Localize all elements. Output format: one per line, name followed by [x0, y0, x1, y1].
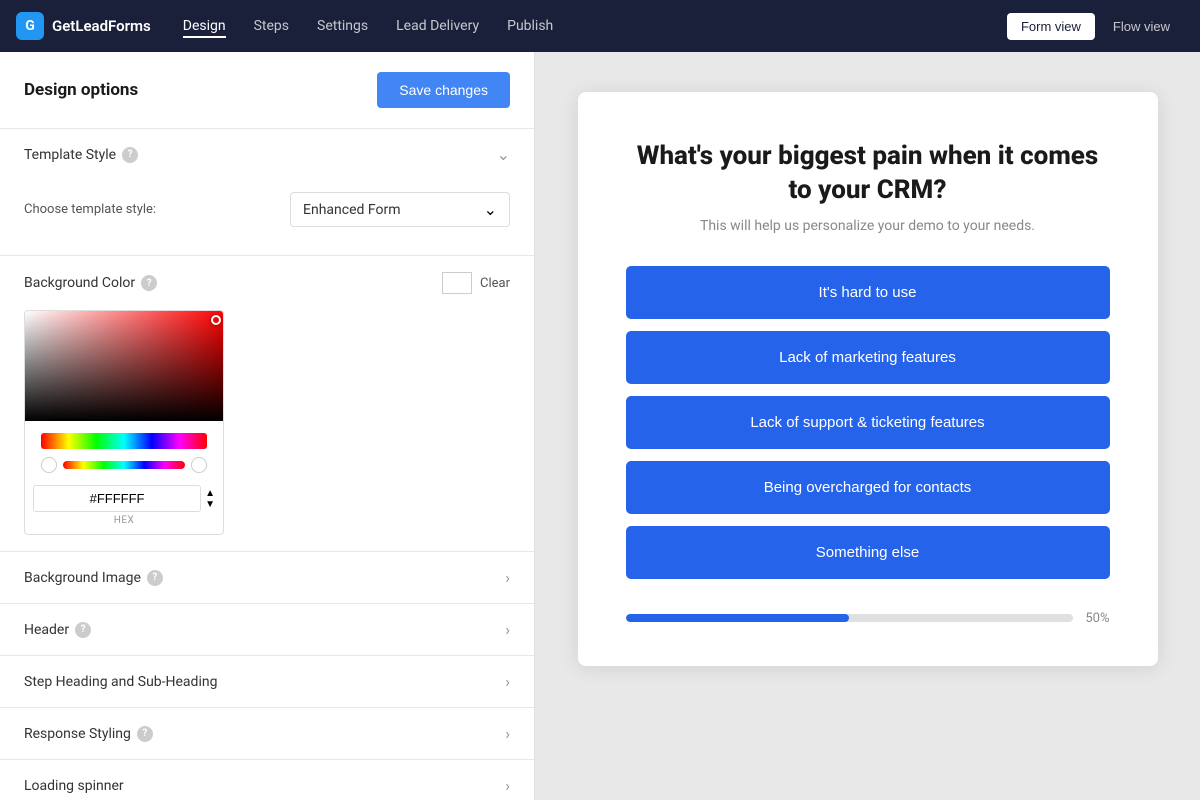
- hex-input[interactable]: [33, 485, 201, 512]
- header-row[interactable]: Header ? ›: [0, 604, 534, 656]
- color-gradient-area[interactable]: [25, 311, 224, 421]
- choose-template-row: Choose template style: Enhanced Form ⌄: [24, 192, 510, 227]
- response-help-icon: ?: [137, 726, 153, 742]
- opacity-swatch-left: [41, 457, 57, 473]
- bg-color-label: Background Color ?: [24, 275, 157, 291]
- color-controls-row: [33, 453, 215, 481]
- hex-up-arrow[interactable]: ▲: [205, 488, 215, 499]
- preview-panel: What's your biggest pain when it comes t…: [535, 52, 1200, 800]
- color-cursor: [211, 315, 221, 325]
- bg-color-help-icon: ?: [141, 275, 157, 291]
- color-picker-popup: ▲ ▼ HEX: [0, 310, 534, 551]
- template-style-section: Template Style ? ⌄ Choose template style…: [0, 129, 534, 256]
- form-subtext: This will help us personalize your demo …: [626, 218, 1110, 234]
- background-image-row[interactable]: Background Image ? ›: [0, 552, 534, 604]
- progress-bar-fill: [626, 614, 850, 622]
- form-option-3[interactable]: Being overcharged for contacts: [626, 461, 1110, 514]
- logo[interactable]: G GetLeadForms: [16, 12, 151, 40]
- progress-row: 50%: [626, 611, 1110, 626]
- left-panel: Design options Save changes Template Sty…: [0, 52, 535, 800]
- loading-spinner-chevron: ›: [505, 776, 510, 795]
- hue-slider[interactable]: [63, 461, 185, 469]
- background-color-section: Background Color ? Clear: [0, 256, 534, 552]
- form-option-1[interactable]: Lack of marketing features: [626, 331, 1110, 384]
- nav-links: Design Steps Settings Lead Delivery Publ…: [183, 14, 1007, 38]
- template-style-header[interactable]: Template Style ? ⌄: [0, 129, 534, 180]
- bg-color-header: Background Color ? Clear: [0, 256, 534, 310]
- form-option-0[interactable]: It's hard to use: [626, 266, 1110, 319]
- loading-spinner-label: Loading spinner: [24, 778, 124, 794]
- nav-design[interactable]: Design: [183, 14, 226, 38]
- bg-image-help-icon: ?: [147, 570, 163, 586]
- progress-bar-background: [626, 614, 1074, 622]
- response-styling-row[interactable]: Response Styling ? ›: [0, 708, 534, 760]
- header-help-icon: ?: [75, 622, 91, 638]
- form-question: What's your biggest pain when it comes t…: [626, 140, 1110, 208]
- form-option-4[interactable]: Something else: [626, 526, 1110, 579]
- background-image-label: Background Image ?: [24, 570, 163, 586]
- nav-lead-delivery[interactable]: Lead Delivery: [396, 14, 479, 38]
- hex-stepper: ▲ ▼: [205, 488, 215, 510]
- template-style-chevron: ⌄: [497, 145, 510, 164]
- choose-template-label: Choose template style:: [24, 202, 156, 217]
- template-style-select[interactable]: Enhanced Form ⌄: [290, 192, 510, 227]
- hex-label: HEX: [114, 515, 135, 526]
- step-heading-label: Step Heading and Sub-Heading: [24, 674, 217, 690]
- logo-text: GetLeadForms: [52, 17, 151, 35]
- template-select-value: Enhanced Form: [303, 202, 400, 218]
- form-options: It's hard to use Lack of marketing featu…: [626, 266, 1110, 579]
- header-chevron: ›: [505, 620, 510, 639]
- flow-view-button[interactable]: Flow view: [1099, 13, 1184, 40]
- header-label: Header ?: [24, 622, 91, 638]
- template-style-content: Choose template style: Enhanced Form ⌄: [0, 180, 534, 255]
- hue-bar[interactable]: [41, 433, 207, 449]
- nav-steps[interactable]: Steps: [254, 14, 289, 38]
- view-toggle: Form view Flow view: [1007, 13, 1184, 40]
- step-heading-row[interactable]: Step Heading and Sub-Heading ›: [0, 656, 534, 708]
- nav-settings[interactable]: Settings: [317, 14, 368, 38]
- bg-color-controls: Clear: [442, 272, 510, 294]
- logo-icon: G: [16, 12, 44, 40]
- panel-header: Design options Save changes: [0, 52, 534, 129]
- hex-down-arrow[interactable]: ▼: [205, 499, 215, 510]
- top-navigation: G GetLeadForms Design Steps Settings Lea…: [0, 0, 1200, 52]
- save-button[interactable]: Save changes: [377, 72, 510, 108]
- form-option-2[interactable]: Lack of support & ticketing features: [626, 396, 1110, 449]
- template-select-chevron: ⌄: [484, 200, 497, 219]
- hex-input-row: ▲ ▼ HEX: [25, 481, 223, 534]
- color-picker-container: ▲ ▼ HEX: [24, 310, 224, 535]
- form-view-button[interactable]: Form view: [1007, 13, 1095, 40]
- step-heading-chevron: ›: [505, 672, 510, 691]
- page-title: Design options: [24, 80, 138, 100]
- nav-publish[interactable]: Publish: [507, 14, 553, 38]
- bg-image-chevron: ›: [505, 568, 510, 587]
- color-sliders: [25, 421, 223, 481]
- response-styling-chevron: ›: [505, 724, 510, 743]
- loading-spinner-row[interactable]: Loading spinner ›: [0, 760, 534, 800]
- form-preview-card: What's your biggest pain when it comes t…: [578, 92, 1158, 666]
- progress-label: 50%: [1085, 611, 1109, 626]
- opacity-swatch-right: [191, 457, 207, 473]
- clear-color-button[interactable]: Clear: [480, 276, 510, 291]
- template-style-label: Template Style ?: [24, 147, 138, 163]
- template-style-help-icon: ?: [122, 147, 138, 163]
- main-layout: Design options Save changes Template Sty…: [0, 52, 1200, 800]
- response-styling-label: Response Styling ?: [24, 726, 153, 742]
- color-swatch[interactable]: [442, 272, 472, 294]
